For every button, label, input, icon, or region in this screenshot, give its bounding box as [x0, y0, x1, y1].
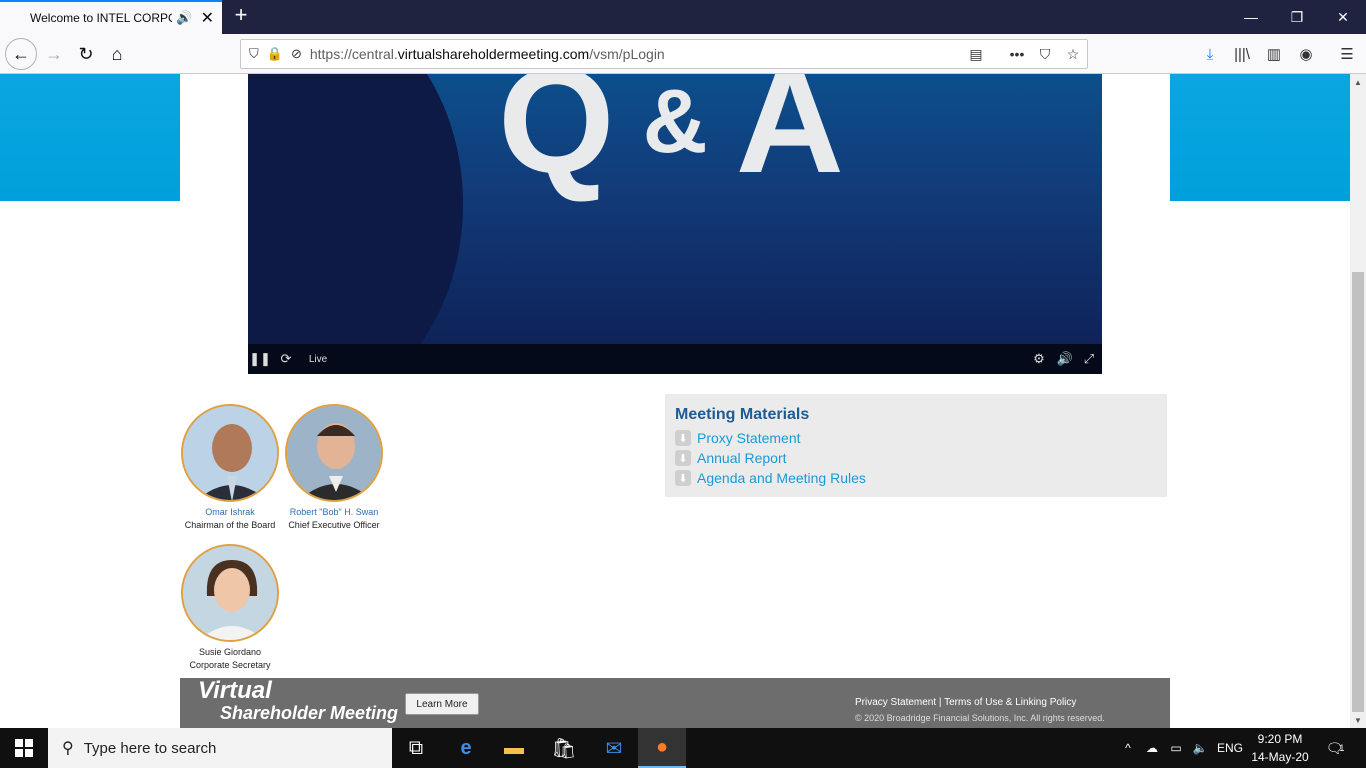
volume-icon[interactable]: 🔊 — [1054, 344, 1076, 374]
material-link-annual-report[interactable]: ⬇ Annual Report — [675, 448, 1157, 468]
shield-icon[interactable]: ⛉ — [249, 46, 259, 62]
close-tab-icon[interactable]: ✕ — [201, 8, 214, 28]
new-tab-button[interactable]: + — [229, 4, 253, 28]
page-content: Q & A ❚❚ ⟳ Live ⚙ 🔊 ⤢ Omar Ishrak Chairman… — [0, 74, 1350, 728]
url-text[interactable]: https://central.virtualshareholdermeetin… — [310, 46, 665, 62]
footer-links[interactable]: Privacy Statement | Terms of Use & Linki… — [855, 697, 1076, 708]
edge-icon[interactable]: e — [442, 728, 490, 768]
clock-time: 9:20 PM — [1257, 732, 1303, 746]
avatar — [181, 404, 279, 502]
fullscreen-icon[interactable]: ⤢ — [1078, 344, 1100, 374]
person-name: Susie Giordano — [198, 647, 262, 657]
tab-title: Welcome to INTEL CORPOR — [30, 11, 173, 25]
material-link-agenda[interactable]: ⬇ Agenda and Meeting Rules — [675, 468, 1157, 488]
header-band-right — [1170, 74, 1350, 201]
person-card: Robert "Bob" H. Swan Chief Executive Off… — [282, 404, 386, 532]
person-role: Chief Executive Officer — [288, 520, 380, 530]
page-actions-icon[interactable]: ••• — [1003, 39, 1031, 69]
video-player[interactable]: Q & A — [248, 74, 1102, 374]
download-icon: ⬇ — [675, 430, 691, 446]
clock-date: 14-May-20 — [1251, 750, 1309, 764]
taskbar-clock[interactable]: 9:20 PM 14-May-20 — [1250, 730, 1310, 766]
page-footer: Virtual Shareholder Meeting Learn More P… — [180, 678, 1170, 728]
navigation-bar: ← → ↻ ⌂ ⛉ 🔒 ⊘ https://central.virtualsha… — [0, 34, 1366, 74]
firefox-icon[interactable]: ● — [638, 728, 686, 768]
library-icon[interactable]: |||\ — [1228, 40, 1256, 68]
meeting-materials-panel: Meeting Materials ⬇ Proxy Statement ⬇ Annu… — [665, 394, 1167, 497]
avatar — [181, 544, 279, 642]
footer-copyright: © 2020 Broadridge Financial Solutions, I… — [855, 713, 1105, 723]
download-icon: ⬇ — [675, 450, 691, 466]
browser-tab[interactable]: Welcome to INTEL CORPOR 🔊 ✕ — [0, 0, 222, 34]
home-button[interactable]: ⌂ — [103, 40, 131, 68]
avatar — [285, 404, 383, 502]
material-link-proxy[interactable]: ⬇ Proxy Statement — [675, 428, 1157, 448]
file-explorer-icon[interactable]: ▬ — [490, 728, 538, 768]
live-label: Live — [308, 353, 328, 365]
scrollbar-thumb[interactable] — [1352, 272, 1364, 712]
window-close-button[interactable]: ✕ — [1320, 0, 1366, 34]
volume-tray-icon[interactable]: 🔈 — [1190, 728, 1210, 768]
sidebar-icon[interactable]: ▥ — [1260, 40, 1288, 68]
download-icon: ⬇ — [675, 470, 691, 486]
reader-view-icon[interactable]: ▤ — [962, 39, 990, 69]
scroll-up-arrow[interactable]: ▲ — [1350, 74, 1366, 90]
notification-icon[interactable]: 🗨 1 — [1320, 728, 1350, 768]
permissions-icon[interactable]: ⊘ — [291, 46, 302, 62]
onedrive-icon[interactable]: ☁ — [1142, 728, 1162, 768]
language-indicator[interactable]: ENG — [1214, 728, 1246, 768]
reload-button[interactable]: ↻ — [72, 40, 100, 68]
person-role: Chairman of the Board — [184, 520, 276, 530]
network-icon[interactable]: ▭ — [1166, 728, 1186, 768]
pause-icon[interactable]: ❚❚ — [249, 344, 271, 374]
minimize-button[interactable]: — — [1228, 0, 1274, 34]
taskbar-search[interactable]: ⚲ Type here to search — [48, 728, 392, 768]
search-placeholder: Type here to search — [83, 739, 217, 757]
scroll-down-arrow[interactable]: ▼ — [1350, 712, 1366, 728]
url-bar[interactable]: ⛉ 🔒 ⊘ https://central.virtualshareholder… — [240, 39, 1088, 69]
lock-icon[interactable]: 🔒 — [267, 46, 283, 62]
replay-icon[interactable]: ⟳ — [276, 344, 296, 374]
person-card: Omar Ishrak Chairman of the Board — [178, 404, 282, 532]
bookmark-star-icon[interactable]: ☆ — [1059, 39, 1087, 69]
settings-gear-icon[interactable]: ⚙ — [1028, 344, 1050, 374]
person-card: Susie Giordano Corporate Secretary — [178, 544, 282, 672]
video-controls: ❚❚ ⟳ Live ⚙ 🔊 ⤢ — [248, 344, 1102, 374]
store-icon[interactable]: 🛍 — [540, 728, 588, 768]
person-role: Corporate Secretary — [189, 660, 271, 670]
task-view-icon[interactable]: ⧉ — [392, 728, 440, 768]
qa-title: Q & A — [497, 74, 852, 204]
vsm-logo: Virtual Shareholder Meeting — [198, 677, 399, 724]
pocket-icon[interactable]: ⛉ — [1031, 39, 1059, 69]
tab-strip: Welcome to INTEL CORPOR 🔊 ✕ + — ❐ ✕ — [0, 0, 1366, 34]
person-name[interactable]: Omar Ishrak — [178, 506, 282, 519]
search-icon: ⚲ — [62, 740, 74, 757]
materials-heading: Meeting Materials — [675, 406, 810, 423]
show-hidden-icons[interactable]: ^ — [1118, 728, 1138, 768]
learn-more-button[interactable]: Learn More — [405, 693, 479, 715]
header-band-left — [0, 74, 180, 201]
restore-button[interactable]: ❐ — [1274, 0, 1320, 34]
menu-icon[interactable]: ☰ — [1333, 40, 1361, 68]
start-button[interactable] — [0, 728, 48, 768]
mail-icon[interactable]: ✉ — [590, 728, 638, 768]
taskbar: ⚲ Type here to search ⧉ e ▬ 🛍 ✉ ● ^ ☁ ▭ … — [0, 728, 1366, 768]
forward-button[interactable]: → — [40, 40, 68, 68]
downloads-icon[interactable]: ⤓ — [1196, 40, 1224, 68]
speaker-icon[interactable]: 🔊 — [176, 10, 192, 26]
windows-logo-icon — [15, 739, 33, 757]
account-icon[interactable]: ◉ — [1292, 40, 1320, 68]
person-name[interactable]: Robert "Bob" H. Swan — [282, 506, 386, 519]
back-button[interactable]: ← — [5, 38, 37, 70]
